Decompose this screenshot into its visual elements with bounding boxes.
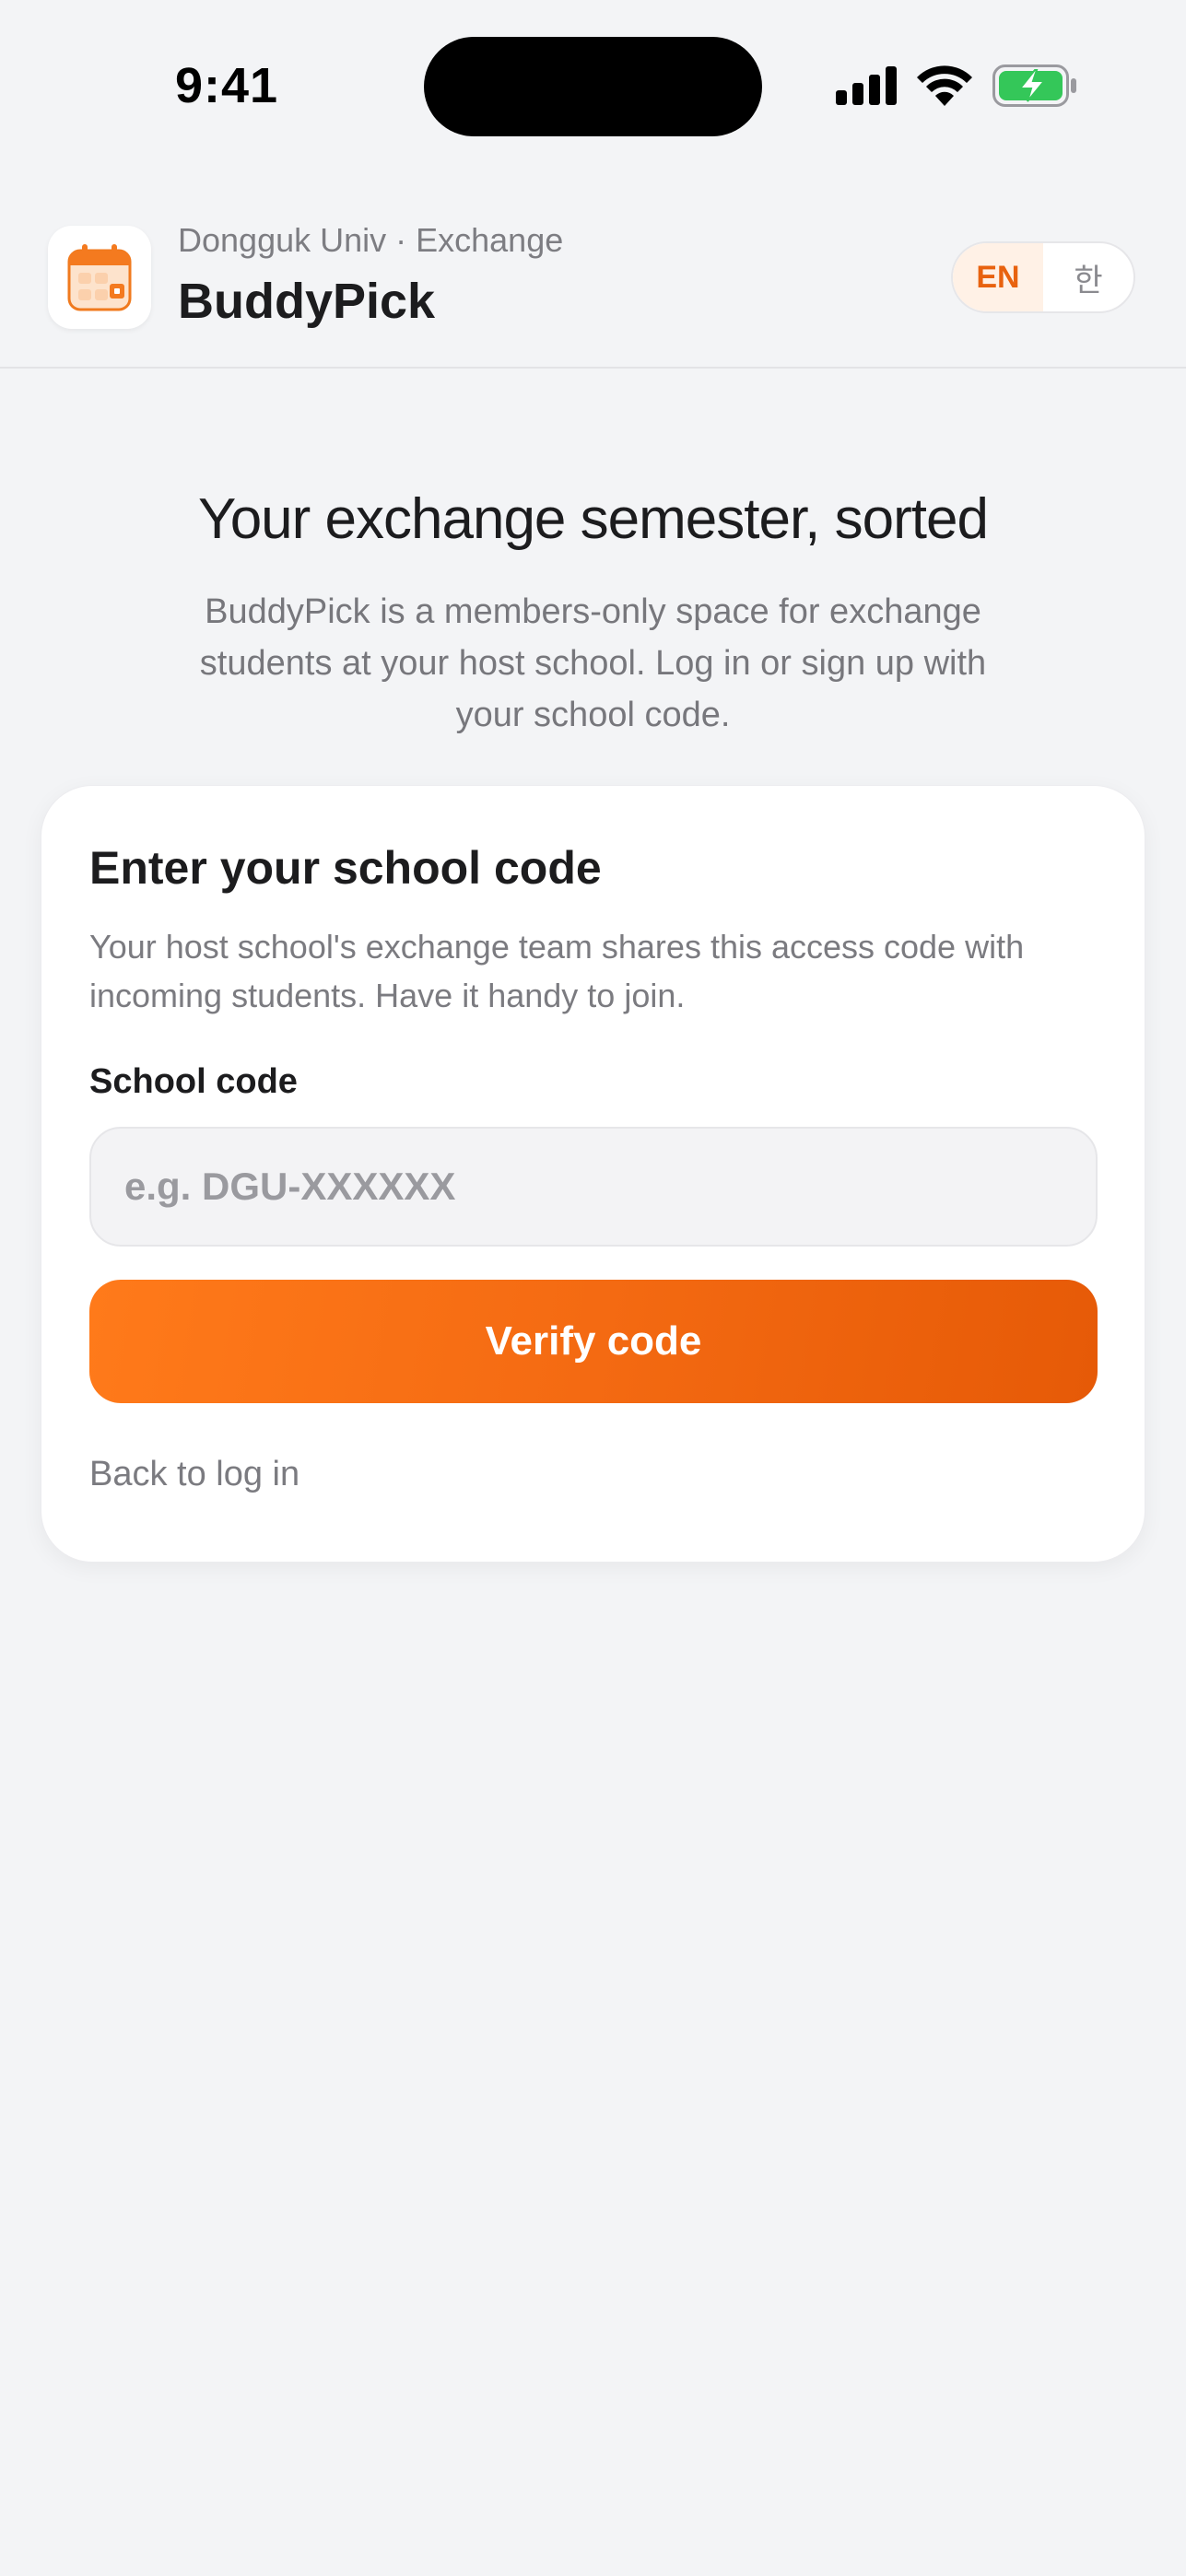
school-code-input[interactable]: [89, 1127, 1098, 1247]
language-option-ko[interactable]: 한: [1043, 243, 1133, 311]
status-icons: [836, 64, 1077, 107]
verify-code-button[interactable]: Verify code: [89, 1280, 1098, 1403]
school-code-card: Enter your school code Your host school'…: [41, 785, 1145, 1563]
status-time: 9:41: [175, 58, 279, 113]
app-header: Dongguk Univ · Exchange BuddyPick EN 한: [0, 203, 1186, 369]
app-subtitle: Dongguk Univ · Exchange: [178, 221, 564, 259]
calendar-icon: [67, 244, 132, 311]
page: 9:41 Dongguk Univ · Exchange BuddyPick E…: [0, 0, 1186, 2576]
app-logo: [48, 226, 151, 329]
back-to-login-link[interactable]: Back to log in: [89, 1455, 299, 1494]
status-bar: 9:41: [0, 0, 1186, 166]
signal-icon: [836, 66, 897, 105]
language-option-en[interactable]: EN: [953, 243, 1043, 311]
hero-title: Your exchange semester, sorted: [198, 487, 989, 551]
wifi-icon: [917, 65, 972, 106]
language-toggle[interactable]: EN 한: [951, 241, 1135, 313]
dynamic-island: [424, 37, 762, 136]
card-description: Your host school's exchange team shares …: [89, 928, 1025, 1014]
battery-charging-icon: [992, 64, 1076, 107]
card-title: Enter your school code: [89, 842, 602, 894]
app-title: BuddyPick: [178, 274, 436, 329]
hero-description: BuddyPick is a members-only space for ex…: [199, 592, 987, 734]
school-code-label: School code: [89, 1062, 298, 1101]
